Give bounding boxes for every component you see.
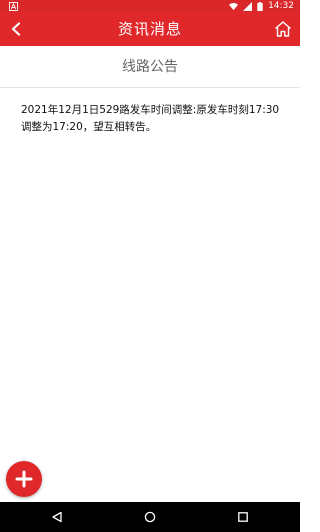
notice-body: 2021年12月1日529路发车时间调整:原发车时刻17:30调整为17:20，… bbox=[21, 104, 280, 133]
content-area: 线路公告 2021年12月1日529路发车时间调整:原发车时刻17:30调整为1… bbox=[0, 46, 300, 502]
back-triangle-icon bbox=[52, 511, 62, 523]
status-right: 14:32 bbox=[229, 0, 294, 12]
divider bbox=[0, 87, 300, 88]
nav-home-button[interactable] bbox=[139, 507, 161, 527]
recents-square-icon bbox=[238, 512, 248, 522]
back-button[interactable] bbox=[2, 12, 30, 46]
notice-title: 线路公告 bbox=[122, 59, 178, 75]
status-bar: 14:32 bbox=[0, 0, 300, 12]
app-header: 资讯消息 bbox=[0, 12, 300, 46]
chevron-left-icon bbox=[11, 22, 21, 36]
signal-icon bbox=[243, 1, 253, 11]
status-time: 14:32 bbox=[268, 1, 294, 11]
home-button[interactable] bbox=[270, 16, 296, 42]
status-left bbox=[9, 1, 18, 11]
screen: 14:32 资讯消息 线路公告 2021年12月1日529路发车时间调整:原发车… bbox=[0, 0, 300, 532]
header-title: 资讯消息 bbox=[117, 20, 182, 38]
plus-icon bbox=[15, 470, 33, 488]
add-button[interactable] bbox=[6, 461, 42, 497]
nav-recents-button[interactable] bbox=[232, 507, 254, 527]
nav-back-button[interactable] bbox=[46, 507, 68, 527]
notification-a-icon bbox=[9, 1, 18, 11]
wifi-icon bbox=[229, 2, 239, 10]
home-icon bbox=[275, 21, 291, 37]
home-circle-icon bbox=[144, 511, 156, 523]
battery-icon bbox=[257, 1, 263, 11]
navigation-bar bbox=[0, 502, 300, 532]
